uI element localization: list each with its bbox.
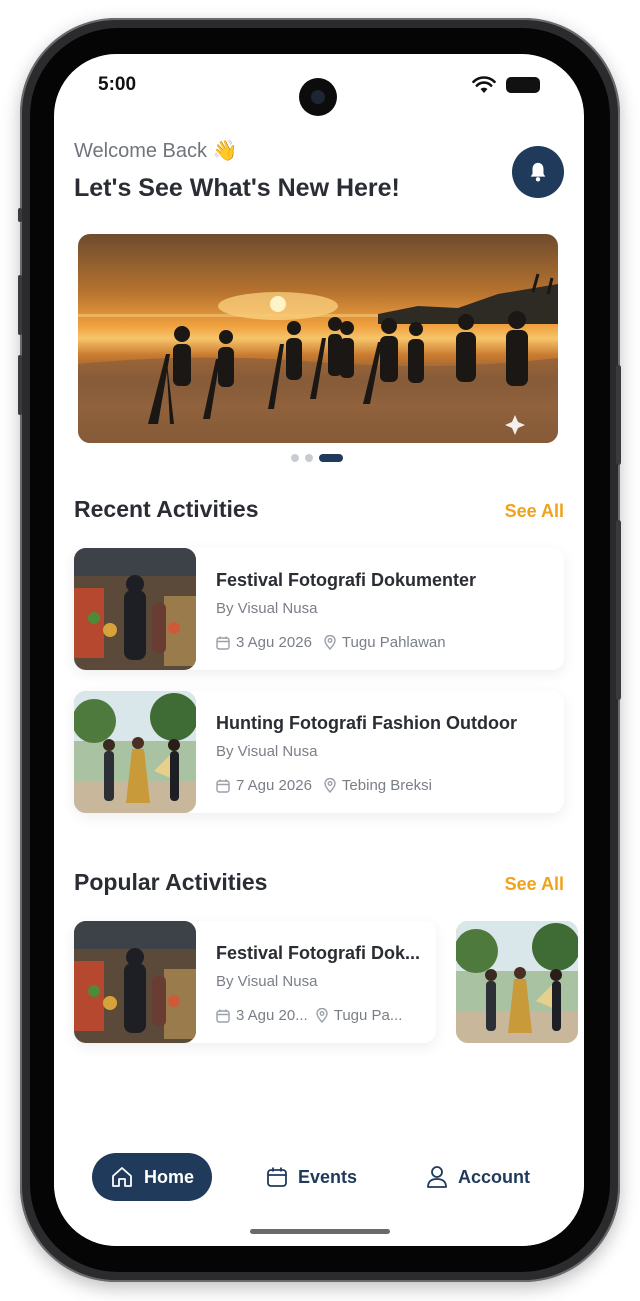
popular-see-all-link[interactable]: See All	[505, 874, 564, 895]
nav-events-label: Events	[298, 1166, 358, 1187]
activity-date: 7 Agu 2026	[216, 777, 312, 794]
front-camera	[299, 78, 337, 116]
home-indicator	[250, 1229, 390, 1234]
activity-organizer: By Visual Nusa	[216, 743, 318, 760]
nav-home[interactable]: Home	[92, 1153, 213, 1201]
activity-card[interactable]: Hunting Fotografi Fashion Outdoor By Vis…	[74, 691, 564, 813]
popular-activity-card[interactable]: Festival Fotografi Dok... By Visual Nusa…	[74, 921, 436, 1043]
user-icon	[427, 1166, 447, 1188]
volume-up-button	[18, 275, 22, 335]
home-icon	[112, 1167, 132, 1187]
bell-icon	[530, 162, 546, 182]
status-time: 5:00	[98, 74, 137, 95]
battery-icon	[506, 77, 540, 93]
activity-title: Festival Fotografi Dok...	[216, 943, 421, 963]
welcome-text: Welcome Back 👋	[74, 140, 238, 162]
carousel-indicator	[291, 454, 343, 462]
nav-home-label: Home	[144, 1166, 195, 1187]
activity-meta: 3 Agu 20... Tugu Pa...	[216, 1007, 402, 1024]
activity-organizer: By Visual Nusa	[216, 973, 318, 990]
activity-thumbnail	[74, 548, 196, 670]
banner-carousel[interactable]	[78, 234, 558, 443]
power-button	[616, 365, 621, 465]
activity-meta: 3 Agu 2026 Tugu Pahlawan	[216, 634, 446, 651]
carousel-dot[interactable]	[305, 454, 313, 462]
activity-date-text: 7 Agu 2026	[236, 777, 312, 794]
calendar-icon	[216, 1009, 230, 1023]
activity-location: Tebing Breksi	[324, 777, 432, 794]
activity-meta: 7 Agu 2026 Tebing Breksi	[216, 777, 432, 794]
activity-organizer: By Visual Nusa	[216, 600, 318, 617]
wifi-icon	[472, 76, 496, 93]
notification-button[interactable]	[512, 146, 564, 198]
nav-events[interactable]: Events	[266, 1153, 357, 1201]
location-pin-icon	[324, 778, 336, 793]
banner-image	[78, 273, 558, 443]
status-icons	[472, 76, 540, 94]
activity-date-text: 3 Agu 20...	[236, 1007, 308, 1024]
app-screen: 5:00 Welcome Back 👋 Let's See What's New…	[54, 54, 584, 1246]
calendar-icon	[267, 1167, 287, 1187]
activity-location-text: Tugu Pa...	[333, 1007, 403, 1024]
nav-account-label: Account	[458, 1166, 530, 1187]
carousel-dot-active[interactable]	[319, 454, 343, 462]
activity-date-text: 3 Agu 2026	[236, 634, 312, 651]
calendar-icon	[216, 779, 230, 793]
activity-location: Tugu Pahlawan	[324, 634, 446, 651]
nav-account[interactable]: Account	[426, 1153, 530, 1201]
activity-card[interactable]: Festival Fotografi Dokumenter By Visual …	[74, 548, 564, 670]
activity-thumbnail	[74, 921, 196, 1043]
page-title: Let's See What's New Here!	[74, 174, 400, 202]
location-pin-icon	[324, 635, 336, 650]
activity-location-text: Tebing Breksi	[341, 777, 432, 794]
side-button	[616, 520, 621, 700]
activity-thumbnail	[74, 691, 196, 813]
calendar-icon	[216, 636, 230, 650]
activity-location-text: Tugu Pahlawan	[341, 634, 446, 651]
activity-date: 3 Agu 20...	[216, 1007, 308, 1024]
activity-title: Hunting Fotografi Fashion Outdoor	[216, 713, 517, 733]
recent-see-all-link[interactable]: See All	[505, 501, 564, 522]
phone-button	[18, 208, 22, 222]
location-pin-icon	[316, 1008, 328, 1023]
activity-title: Festival Fotografi Dokumenter	[216, 570, 477, 590]
activity-date: 3 Agu 2026	[216, 634, 312, 651]
popular-activity-card-peek[interactable]	[456, 921, 578, 1043]
volume-down-button	[18, 355, 22, 415]
recent-section-title: Recent Activities	[74, 496, 259, 522]
carousel-dot[interactable]	[291, 454, 299, 462]
activity-location: Tugu Pa...	[316, 1007, 403, 1024]
popular-section-title: Popular Activities	[74, 869, 268, 895]
